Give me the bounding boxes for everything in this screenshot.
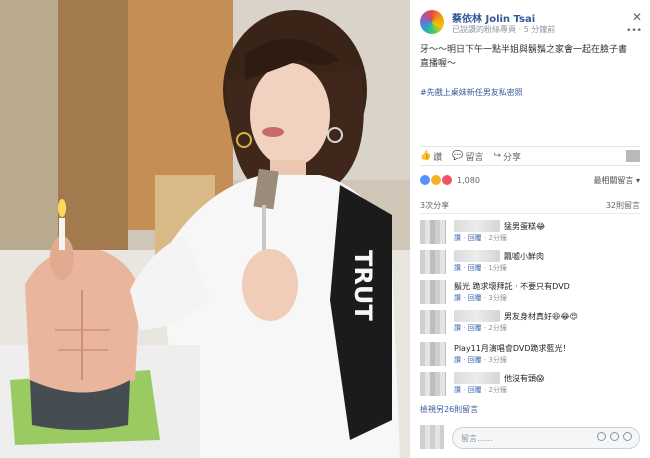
- avatar[interactable]: [420, 372, 446, 396]
- page-avatar[interactable]: [420, 10, 444, 34]
- comment-item: 鬍光 跪求壞拜託 · 不要只有DVD 讚 · 回覆 · 3分鐘: [420, 280, 640, 306]
- close-icon[interactable]: ✕: [632, 10, 642, 24]
- comment-text: 他沒有頭😱: [504, 374, 545, 383]
- share-button[interactable]: ↪ 分享: [493, 150, 521, 163]
- comment-count[interactable]: 32則留言: [606, 200, 640, 213]
- thumbs-up-icon: 👍: [420, 151, 432, 161]
- reaction-count: 1,080: [457, 175, 480, 185]
- reactions-row[interactable]: 1,080 最相關留言 ▾: [420, 172, 640, 188]
- camera-icon[interactable]: [610, 432, 619, 441]
- avatar[interactable]: [420, 280, 446, 304]
- comment-meta: 讚 · 回覆 · 1分鐘: [454, 264, 507, 272]
- comment-item: Play11月演唱會DVD跪求藍光！ 讚 · 回覆 · 3分鐘: [420, 342, 640, 368]
- share-label: 分享: [503, 152, 522, 163]
- blurred-username[interactable]: [454, 220, 500, 232]
- post-hashtag[interactable]: #先戲上桌妹新任男友私密照: [420, 87, 523, 98]
- share-stats-row: 3次分享 32則留言: [420, 200, 640, 214]
- blurred-username[interactable]: [454, 372, 500, 384]
- post-panel: 蔡依林 Jolin Tsai 已說讚的粉絲專頁 · 5 分鐘前 ✕ ••• 牙～…: [410, 0, 650, 458]
- comment-item: 他沒有頭😱 讚 · 回覆 · 2分鐘: [420, 372, 640, 398]
- comment-text: 猛男蛋糕😂: [504, 222, 546, 231]
- view-more-comments-link[interactable]: 檢視另26則留言: [420, 404, 478, 415]
- haha-reaction-icon: [431, 175, 441, 185]
- avatar[interactable]: [420, 310, 446, 334]
- author-name[interactable]: 蔡依林 Jolin Tsai: [452, 10, 535, 25]
- like-reaction-icon: [420, 175, 430, 185]
- share-icon: ↪: [493, 151, 502, 161]
- svg-text:TRUT: TRUT: [349, 250, 377, 321]
- comment-item: 男友身材真好😆😂😍 讚 · 回覆 · 2分鐘: [420, 310, 640, 336]
- avatar[interactable]: [420, 342, 446, 366]
- reply-tools: [597, 432, 632, 441]
- love-reaction-icon: [442, 175, 452, 185]
- comment-meta: 讚 · 回覆 · 2分鐘: [454, 324, 507, 332]
- like-label: 讚: [433, 152, 443, 163]
- share-count[interactable]: 3次分享: [420, 200, 449, 213]
- post-text: 牙～～明日下午一點半姐與鬍鬚之家會一起在臉子書直播喔～: [420, 45, 628, 69]
- comment-icon: 💬: [452, 151, 464, 161]
- like-button[interactable]: 👍 讚: [420, 150, 442, 163]
- photo-image: TRUT: [0, 0, 410, 458]
- viewer-avatar[interactable]: [626, 150, 640, 162]
- reply-box: 留言……: [420, 423, 640, 451]
- blurred-username[interactable]: [454, 310, 500, 322]
- post-header: 蔡依林 Jolin Tsai 已說讚的粉絲專頁 · 5 分鐘前 ✕ •••: [420, 8, 642, 38]
- avatar[interactable]: [420, 250, 446, 274]
- comment-meta: 讚 · 回覆 · 3分鐘: [454, 294, 507, 302]
- post-photo[interactable]: TRUT: [0, 0, 410, 458]
- comment-meta: 讚 · 回覆 · 2分鐘: [454, 386, 507, 394]
- comment-text: 鬍光 跪求壞拜託 · 不要只有DVD: [454, 282, 570, 291]
- post-meta: 已說讚的粉絲專頁 · 5 分鐘前: [452, 25, 556, 34]
- comment-item: 猛男蛋糕😂 讚 · 回覆 · 2分鐘: [420, 220, 640, 246]
- comment-text: 男友身材真好😆😂😍: [504, 312, 579, 321]
- comment-text: 飄噓小鮮肉: [504, 252, 544, 261]
- action-bar: 👍 讚 💬 留言 ↪ 分享: [420, 146, 640, 166]
- comment-meta: 讚 · 回覆 · 3分鐘: [454, 356, 507, 364]
- blurred-username[interactable]: [454, 250, 500, 262]
- avatar[interactable]: [420, 220, 446, 244]
- emoji-icon[interactable]: [597, 432, 606, 441]
- more-options-icon[interactable]: •••: [626, 26, 642, 36]
- comment-label: 留言: [465, 152, 484, 163]
- comment-text: Play11月演唱會DVD跪求藍光！: [454, 344, 571, 353]
- comment-meta: 讚 · 回覆 · 2分鐘: [454, 234, 507, 242]
- comment-button[interactable]: 💬 留言: [452, 150, 483, 163]
- gif-icon[interactable]: [623, 432, 632, 441]
- avatar: [420, 425, 444, 449]
- comment-sort-dropdown[interactable]: 最相關留言 ▾: [593, 175, 640, 186]
- comment-item: 飄噓小鮮肉 讚 · 回覆 · 1分鐘: [420, 250, 640, 276]
